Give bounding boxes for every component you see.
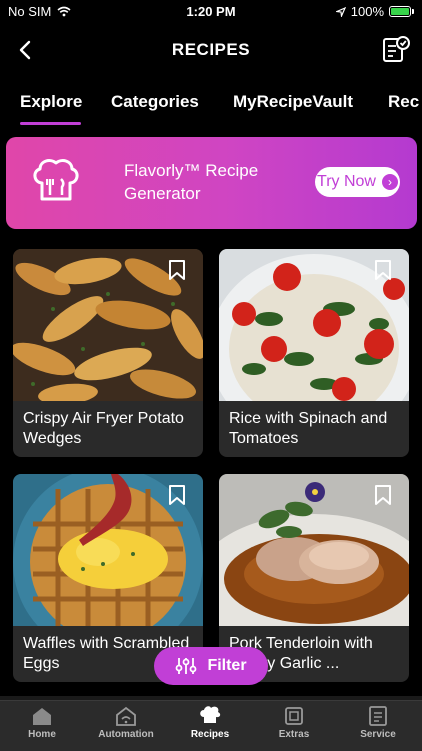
tabbar-item-recipes[interactable]: Recipes [168,705,252,740]
sliders-icon [176,658,197,674]
recipe-card-potato-wedges[interactable]: Crispy Air Fryer Potato Wedges [13,249,203,457]
status-bar: No SIM 1:20 PM 100% [0,0,422,22]
banner-title: Flavorly™ Recipe Generator [124,161,259,203]
recipe-card-rice-spinach[interactable]: Rice with Spinach and Tomatoes [219,249,409,457]
battery-percent: 100% [350,4,384,19]
battery-icon [389,6,411,17]
location-arrow-icon [335,6,346,17]
tabbar-label: Service [360,729,396,740]
shopping-list-button[interactable] [380,34,412,66]
tabbar-item-service[interactable]: Service [336,705,420,740]
tab-rec[interactable]: Rec [388,92,419,112]
bookmark-icon[interactable] [373,484,393,506]
tabbar-item-automation[interactable]: Automation [84,705,168,740]
tabbar-label: Recipes [190,729,230,740]
tabbar-label: Automation [98,729,154,740]
tabbar-item-extras[interactable]: Extras [252,705,336,740]
tabbar-label: Home [28,729,56,740]
tab-categories[interactable]: Categories [111,92,199,112]
nav-header: RECIPES [0,30,422,70]
tabbar-label: Extras [278,729,310,740]
tabbar-item-home[interactable]: Home [0,705,84,740]
tab-myrecipevault[interactable]: MyRecipeVault [233,92,353,112]
chef-hat-icon [33,159,79,201]
bookmark-icon[interactable] [167,484,187,506]
recipe-title: Rice with Spinach and Tomatoes [229,410,388,447]
service-document-icon [369,706,387,726]
home-icon [33,708,51,725]
smart-home-wifi-icon [116,706,136,726]
filter-button[interactable]: Filter [154,647,268,685]
recipe-title: Crispy Air Fryer Potato Wedges [23,410,184,447]
bookmark-icon[interactable] [167,259,187,281]
chef-hat-icon [200,706,221,723]
try-now-label: Try Now [317,173,376,190]
checklist-scroll-icon [383,36,410,62]
bookmark-icon[interactable] [373,259,393,281]
status-right: 100% [335,4,414,19]
battery-cap [412,9,414,14]
active-tab-indicator [20,122,81,125]
chevron-right-icon: › [381,174,398,190]
recipe-generator-banner[interactable]: Flavorly™ Recipe Generator Try Now › [6,137,417,229]
filter-label: Filter [207,657,247,674]
page-title: RECIPES [171,40,251,59]
bottom-tab-bar: Home Automation Recipes Extras Service [0,700,422,751]
try-now-button[interactable]: Try Now › [315,167,400,197]
extras-icon [285,707,303,725]
category-tabs: Explore Categories MyRecipeVault Rec [0,88,422,128]
tab-explore[interactable]: Explore [20,92,82,112]
